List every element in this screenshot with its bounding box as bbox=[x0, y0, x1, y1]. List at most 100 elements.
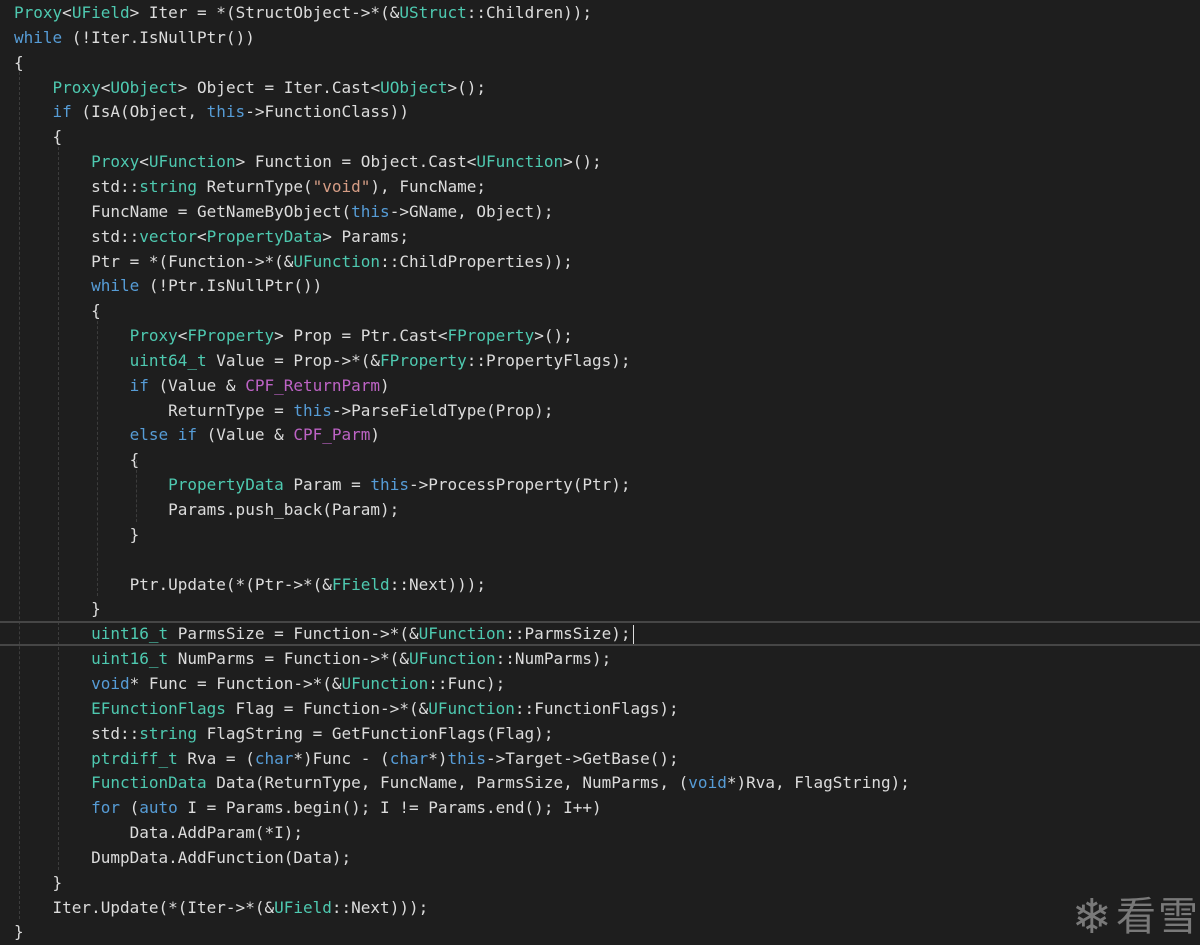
code-token: < bbox=[177, 326, 188, 346]
code-token: void bbox=[688, 773, 727, 793]
code-token: uint16_t bbox=[91, 649, 169, 669]
code-line[interactable]: DumpData.AddFunction(Data); bbox=[0, 845, 1200, 870]
code-line[interactable]: { bbox=[0, 124, 1200, 149]
code-line[interactable]: FuncName = GetNameByObject(this->GName, … bbox=[0, 199, 1200, 224]
code-line[interactable]: EFunctionFlags Flag = Function->*(&UFunc… bbox=[0, 696, 1200, 721]
code-token: UFunction bbox=[293, 251, 381, 271]
code-line[interactable]: ptrdiff_t Rva = (char*)Func - (char*)thi… bbox=[0, 746, 1200, 771]
code-line[interactable]: Params.push_back(Param); bbox=[0, 497, 1200, 522]
code-line[interactable]: std::string FlagString = GetFunctionFlag… bbox=[0, 721, 1200, 746]
code-line[interactable]: uint64_t Value = Prop->*(&FProperty::Pro… bbox=[0, 348, 1200, 373]
code-token: ::NumParms); bbox=[495, 649, 612, 669]
code-token: Value = Prop->*(& bbox=[206, 350, 381, 370]
code-line[interactable]: std::vector<PropertyData> Params; bbox=[0, 224, 1200, 249]
code-token: std:: bbox=[14, 176, 140, 196]
code-token: uint16_t bbox=[91, 624, 169, 644]
code-line[interactable]: Proxy<FProperty> Prop = Ptr.Cast<FProper… bbox=[0, 323, 1200, 348]
code-line[interactable]: while (!Iter.IsNullPtr()) bbox=[0, 25, 1200, 50]
code-token: ( bbox=[119, 798, 140, 818]
code-line[interactable]: std::string ReturnType("void"), FuncName… bbox=[0, 174, 1200, 199]
code-token: Proxy bbox=[91, 152, 140, 172]
code-line[interactable]: else if (Value & CPF_Parm) bbox=[0, 422, 1200, 447]
code-line[interactable]: if (IsA(Object, this->FunctionClass)) bbox=[0, 99, 1200, 124]
code-token: (!Iter.IsNullPtr()) bbox=[62, 27, 255, 47]
code-line[interactable]: Data.AddParam(*I); bbox=[0, 820, 1200, 845]
code-token: UFunction bbox=[408, 649, 496, 669]
code-token: *)Rva, FlagString); bbox=[726, 773, 910, 793]
code-token: Proxy bbox=[129, 326, 178, 346]
code-token: this bbox=[293, 400, 332, 420]
code-token: FProperty bbox=[447, 326, 535, 346]
code-line[interactable]: PropertyData Param = this->ProcessProper… bbox=[0, 472, 1200, 497]
code-token: ::Next))); bbox=[331, 897, 429, 917]
code-line[interactable]: } bbox=[0, 870, 1200, 895]
code-editor[interactable]: Proxy<UField> Iter = *(StructObject->*(&… bbox=[0, 0, 1200, 943]
code-line[interactable]: } bbox=[0, 522, 1200, 547]
code-token: std:: bbox=[14, 226, 140, 246]
code-line[interactable]: uint16_t NumParms = Function->*(&UFuncti… bbox=[0, 646, 1200, 671]
code-token: Param = bbox=[283, 475, 371, 495]
code-token: > Iter = *(StructObject->*(& bbox=[129, 3, 400, 22]
code-line[interactable] bbox=[0, 547, 1200, 572]
code-token: NumParms = Function->*(& bbox=[168, 649, 409, 669]
code-token: ) bbox=[370, 425, 381, 445]
code-token: char bbox=[254, 748, 294, 768]
code-line[interactable]: Ptr.Update(*(Ptr->*(&FField::Next))); bbox=[0, 572, 1200, 597]
code-token: { bbox=[14, 450, 140, 470]
code-line[interactable]: } bbox=[0, 919, 1200, 944]
code-token: ::ParmsSize); bbox=[505, 624, 631, 644]
code-line[interactable]: Ptr = *(Function->*(&UFunction::ChildPro… bbox=[0, 249, 1200, 274]
code-token: Rva = ( bbox=[177, 748, 255, 768]
code-line[interactable]: Proxy<UObject> Object = Iter.Cast<UObjec… bbox=[0, 75, 1200, 100]
code-token: UFunction bbox=[148, 152, 236, 172]
code-token: Ptr = *(Function->*(& bbox=[14, 251, 294, 271]
code-line[interactable]: while (!Ptr.IsNullPtr()) bbox=[0, 273, 1200, 298]
code-line[interactable]: uint16_t ParmsSize = Function->*(&UFunct… bbox=[0, 621, 1200, 647]
code-token: CPF_ReturnParm bbox=[245, 375, 381, 395]
code-line[interactable]: { bbox=[0, 298, 1200, 323]
code-token: ->GName, Object); bbox=[389, 201, 554, 221]
code-token: PropertyData bbox=[168, 475, 284, 495]
code-token: ParmsSize = Function->*(& bbox=[168, 624, 419, 644]
code-token: (IsA(Object, bbox=[71, 102, 207, 122]
code-line[interactable]: FunctionData Data(ReturnType, FuncName, … bbox=[0, 770, 1200, 795]
code-token: ::Func); bbox=[428, 673, 506, 693]
code-token: FlagString = GetFunctionFlags(Flag); bbox=[197, 723, 554, 743]
code-line[interactable]: Proxy<UFunction> Function = Object.Cast<… bbox=[0, 149, 1200, 174]
code-token: (!Ptr.IsNullPtr()) bbox=[139, 276, 323, 296]
code-token: } bbox=[14, 524, 140, 544]
code-token: ->ParseFieldType(Prop); bbox=[331, 400, 554, 420]
code-token: } bbox=[14, 922, 24, 942]
code-line[interactable]: { bbox=[0, 447, 1200, 472]
code-line[interactable]: } bbox=[0, 596, 1200, 621]
code-line[interactable]: for (auto I = Params.begin(); I != Param… bbox=[0, 795, 1200, 820]
code-token: ::PropertyFlags); bbox=[466, 350, 631, 370]
code-token: < bbox=[62, 3, 72, 22]
code-token: CPF_Parm bbox=[293, 425, 371, 445]
code-token: (Value & bbox=[197, 425, 294, 445]
code-token: this bbox=[370, 475, 409, 495]
code-line[interactable]: ReturnType = this->ParseFieldType(Prop); bbox=[0, 398, 1200, 423]
code-token: ) bbox=[380, 375, 390, 395]
code-token: Ptr.Update(*(Ptr->*(& bbox=[14, 574, 332, 594]
code-token: for bbox=[91, 798, 120, 818]
code-token: > Params; bbox=[322, 226, 409, 246]
code-token: if bbox=[129, 375, 149, 395]
code-token: UStruct bbox=[399, 3, 467, 22]
code-line[interactable]: void* Func = Function->*(&UFunction::Fun… bbox=[0, 671, 1200, 696]
code-line[interactable]: Proxy<UField> Iter = *(StructObject->*(&… bbox=[0, 0, 1200, 25]
code-token: FuncName = GetNameByObject( bbox=[14, 201, 352, 221]
code-token: ReturnType( bbox=[197, 176, 313, 196]
code-token: Proxy bbox=[14, 3, 63, 22]
code-token: >(); bbox=[563, 152, 602, 172]
code-line[interactable]: { bbox=[0, 50, 1200, 75]
code-token: > Prop = Ptr.Cast< bbox=[274, 326, 448, 346]
code-line[interactable]: if (Value & CPF_ReturnParm) bbox=[0, 373, 1200, 398]
code-line[interactable]: Iter.Update(*(Iter->*(&UField::Next))); bbox=[0, 895, 1200, 920]
code-token: { bbox=[14, 301, 101, 321]
